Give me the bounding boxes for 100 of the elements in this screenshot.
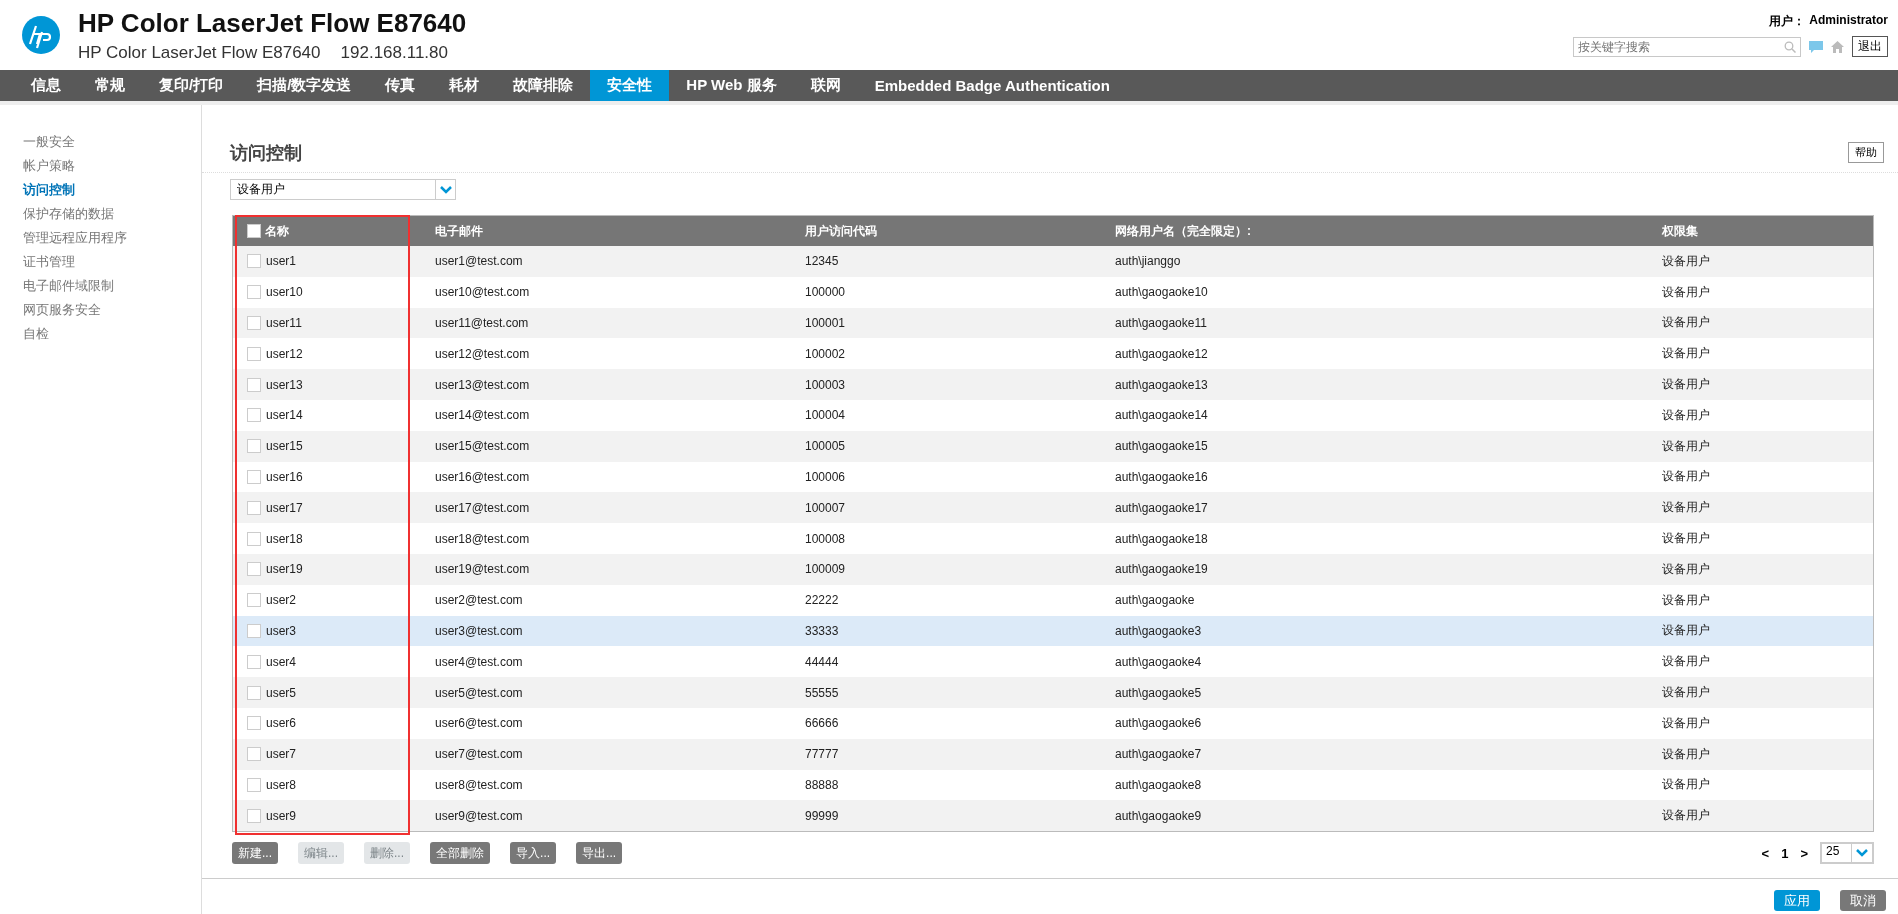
checkbox[interactable] [247, 469, 261, 484]
page-size-dropdown[interactable]: 25 [1820, 842, 1874, 865]
checkbox[interactable] [247, 562, 261, 577]
page-number[interactable]: 1 [1781, 845, 1789, 861]
checkbox[interactable] [247, 408, 261, 423]
checkbox[interactable] [247, 346, 261, 361]
table-row[interactable]: user13 user13@test.com 100003 auth\gaogaoke13 设备用户 [233, 369, 1873, 400]
table-cell-text: user18@test.com [435, 531, 531, 546]
table-cell: user10 [266, 285, 303, 300]
table-cell-text: 设备用户 [1662, 807, 1711, 825]
column-header[interactable]: 名称 [265, 222, 289, 240]
table-cell-text: auth\gaogaoke11 [1115, 316, 1208, 330]
checkbox[interactable] [247, 747, 261, 762]
sidebar-item[interactable]: 保护存储的数据 [23, 205, 201, 223]
sidebar-item[interactable]: 电子邮件域限制 [23, 277, 201, 295]
table-cell: user7 [266, 747, 297, 762]
table-row[interactable]: user11 user11@test.com 100001 auth\gaogaoke11 设备用户 [233, 307, 1873, 339]
checkbox[interactable] [247, 285, 261, 300]
table-cell-text: user11@test.com [435, 316, 530, 330]
table-cell: user6 [266, 716, 297, 731]
checkbox[interactable] [247, 593, 261, 608]
action-button[interactable]: 全部删除 [430, 842, 491, 865]
table-cell-text: 设备用户 [1662, 406, 1711, 424]
sidebar-item[interactable]: 一般安全 [23, 133, 201, 151]
nav-tab[interactable]: 信息 [14, 70, 78, 101]
nav-tab[interactable]: 传真 [368, 70, 433, 101]
nav-tab[interactable]: 扫描/数字发送 [240, 70, 369, 101]
checkbox[interactable] [247, 685, 261, 700]
search-icon[interactable] [1784, 40, 1796, 53]
checkbox[interactable] [247, 716, 261, 731]
user-type-dropdown[interactable]: 设备用户 [230, 179, 456, 200]
nav-tab[interactable]: HP Web 服务 [669, 70, 794, 101]
table-cell: user9 [266, 808, 297, 823]
checkbox[interactable] [247, 808, 261, 823]
checkbox[interactable] [247, 254, 261, 269]
checkbox[interactable] [247, 316, 261, 330]
table-cell: user11 [266, 316, 302, 330]
checkbox[interactable] [247, 500, 261, 515]
table-cell-text: 12345 [805, 254, 840, 269]
chat-icon[interactable] [1809, 40, 1823, 53]
checkbox[interactable] [247, 531, 261, 546]
nav-tab[interactable]: 耗材 [432, 70, 497, 101]
nav-tab[interactable]: 联网 [793, 70, 858, 101]
next-page-button[interactable]: > [1800, 845, 1808, 861]
table-row[interactable]: user1 user1@test.com 12345 auth\jianggo 设备用户 [233, 246, 1873, 277]
hp-logo[interactable] [22, 16, 60, 54]
sidebar-item[interactable]: 帐户策略 [23, 157, 201, 175]
action-button[interactable]: 新建... [232, 842, 278, 865]
home-icon[interactable] [1831, 40, 1844, 53]
prev-page-button[interactable]: < [1761, 845, 1770, 861]
checkbox[interactable] [247, 439, 261, 454]
table-row[interactable]: user9 user9@test.com 99999 auth\gaogaoke9 设备用户 [233, 800, 1873, 832]
table-row[interactable]: user19 user19@test.com 100009 auth\gaogaoke19 设备用户 [233, 553, 1873, 585]
table-cell-text: user5@test.com [435, 685, 524, 700]
table-row[interactable]: user7 user7@test.com 77777 auth\gaogaoke7 设备用户 [233, 738, 1873, 770]
table-cell: user3 [266, 623, 297, 638]
table-cell-text: user6@test.com [435, 716, 524, 731]
sidebar-item[interactable]: 访问控制 [23, 181, 201, 199]
table-cell-text: auth\gaogaoke12 [1115, 346, 1209, 361]
table-cell: user1 [266, 254, 297, 269]
table-cell-text: 100009 [805, 562, 847, 577]
checkbox[interactable] [247, 224, 261, 238]
chevron-down-icon [439, 185, 452, 194]
checkbox[interactable] [247, 777, 261, 792]
footer-button[interactable]: 取消 [1840, 890, 1886, 912]
nav-tab[interactable]: 故障排除 [496, 70, 591, 101]
action-button[interactable]: 导入... [510, 842, 557, 865]
table-cell-text: user13@test.com [435, 377, 531, 392]
column-header[interactable]: 权限集 [1662, 222, 1698, 240]
table-cell-text: 100002 [805, 346, 847, 361]
logout-button[interactable]: 退出 [1852, 36, 1888, 57]
table-row[interactable]: user5 user5@test.com 55555 auth\gaogaoke5 设备用户 [233, 677, 1873, 708]
sidebar-item[interactable]: 网页服务安全 [23, 301, 201, 319]
table-cell-text: auth\gaogaoke10 [1115, 285, 1209, 300]
search-field[interactable]: 按关键字搜索 [1573, 36, 1801, 57]
sidebar-item[interactable]: 证书管理 [23, 253, 201, 271]
help-button[interactable]: 帮助 [1848, 142, 1884, 163]
table-row[interactable]: user15 user15@test.com 100005 auth\gaogaoke15 设备用户 [233, 430, 1873, 462]
sidebar-item[interactable]: 自检 [23, 325, 201, 343]
action-button[interactable]: 导出... [576, 842, 623, 865]
nav-tab[interactable]: 复印/打印 [142, 70, 241, 101]
column-header[interactable]: 网络用户名（完全限定）: [1115, 222, 1251, 240]
table-cell-text: auth\gaogaoke8 [1115, 777, 1203, 792]
table-cell-text: 设备用户 [1662, 437, 1711, 455]
table-cell: user14 [266, 408, 303, 423]
column-header[interactable]: 电子邮件 [435, 222, 483, 240]
sidebar-item[interactable]: 管理远程应用程序 [23, 229, 201, 247]
nav-tab[interactable]: 常规 [78, 70, 142, 101]
table-row[interactable]: user17 user17@test.com 100007 auth\gaogaoke17 设备用户 [233, 492, 1873, 524]
table-cell-text: 设备用户 [1662, 653, 1711, 671]
table-row[interactable]: user3 user3@test.com 33333 auth\gaogaoke3 设备用户 [233, 615, 1873, 647]
printer-model: HP Color LaserJet Flow E87640 [78, 42, 321, 63]
table-cell-text: auth\gaogaoke5 [1115, 685, 1203, 700]
table-cell: user15 [266, 439, 303, 454]
checkbox[interactable] [247, 623, 261, 638]
checkbox[interactable] [247, 654, 261, 669]
table-cell: user17 [266, 500, 303, 515]
nav-tab[interactable]: Embedded Badge Authentication [857, 70, 1127, 101]
column-header[interactable]: 用户访问代码 [805, 222, 877, 240]
checkbox[interactable] [247, 377, 261, 392]
